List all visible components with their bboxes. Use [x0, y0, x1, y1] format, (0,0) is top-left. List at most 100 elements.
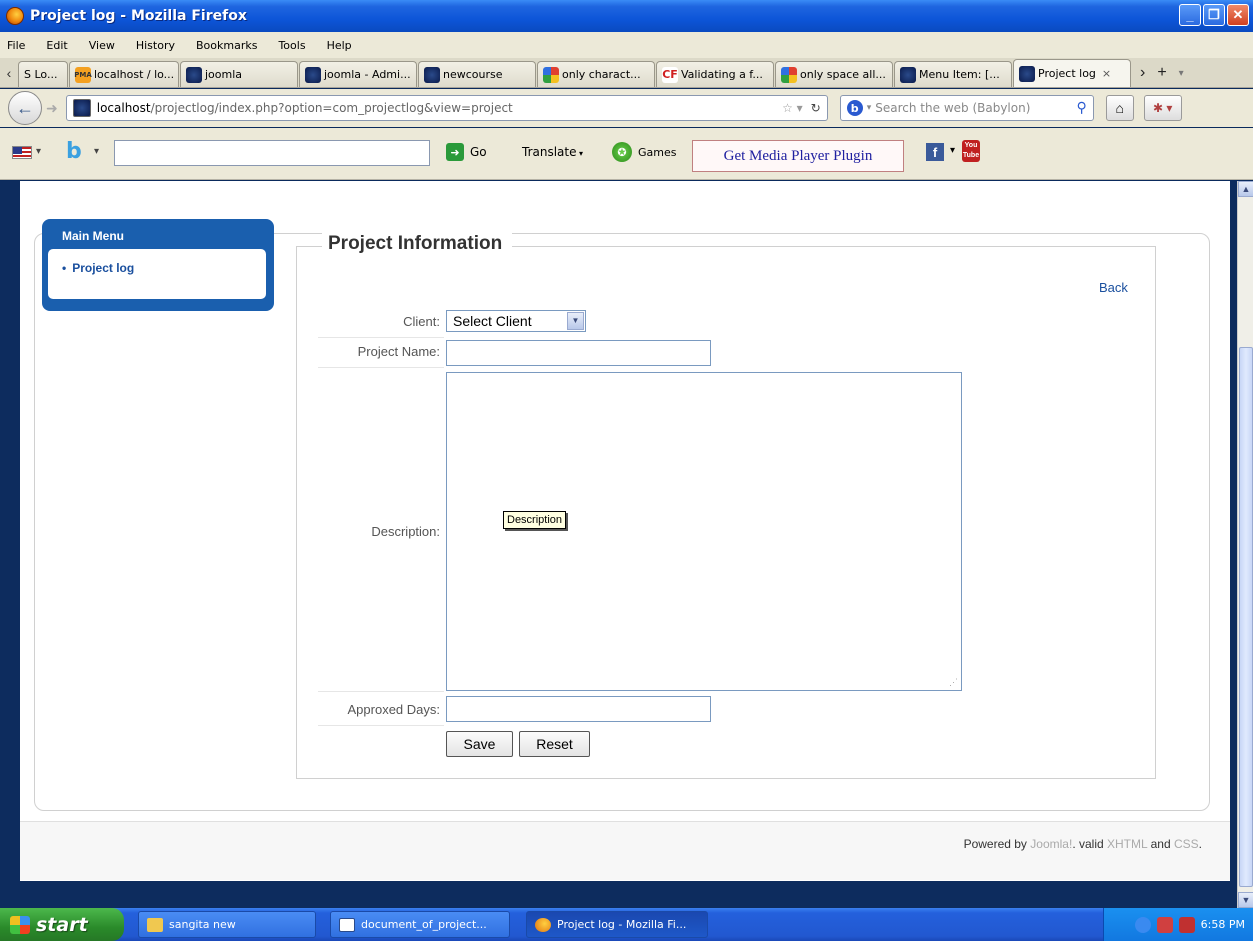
approxed-days-input[interactable]: [446, 696, 711, 722]
tab-scroll-right-icon[interactable]: ›: [1140, 64, 1145, 82]
resize-grip-icon[interactable]: ⋰: [949, 677, 958, 688]
window-title: Project log - Mozilla Firefox: [30, 8, 247, 24]
translate-button[interactable]: Translate ▾: [522, 145, 583, 159]
tab-scroll-left-icon[interactable]: ‹: [0, 59, 18, 87]
joomla-icon: [186, 66, 202, 83]
tab-8[interactable]: only space all...: [775, 61, 893, 87]
facebook-icon[interactable]: f: [926, 143, 944, 161]
menu-file[interactable]: File: [4, 39, 28, 52]
menubar: File Edit View History Bookmarks Tools H…: [0, 32, 1253, 58]
xhtml-link[interactable]: XHTML: [1107, 837, 1147, 851]
scrollbar-thumb[interactable]: [1239, 347, 1253, 887]
tab-4[interactable]: joomla - Admi...: [299, 61, 417, 87]
go-arrow-icon: ➜: [446, 143, 464, 161]
menu-item-project-log[interactable]: Project log: [62, 261, 266, 275]
minimize-button[interactable]: _: [1179, 4, 1201, 26]
row-divider: [318, 691, 444, 692]
tab-label: Project log: [1038, 67, 1096, 80]
new-tab-icon[interactable]: +: [1157, 64, 1166, 82]
forward-button[interactable]: ➜: [46, 100, 58, 117]
phpmyadmin-icon: PMA: [74, 66, 92, 83]
close-tab-icon[interactable]: ×: [1102, 67, 1111, 80]
page-scrollbar[interactable]: ▲ ▼: [1237, 181, 1253, 908]
tray-app-icon[interactable]: [1156, 916, 1173, 933]
joomla-icon: [424, 66, 440, 83]
start-button[interactable]: start: [0, 908, 124, 941]
project-name-label: Project Name:: [357, 344, 440, 359]
close-window-button[interactable]: ✕: [1227, 4, 1249, 26]
tab-3[interactable]: joomla: [180, 61, 298, 87]
windows-taskbar: start sangita new document_of_project...…: [0, 908, 1253, 941]
approxed-days-label: Approxed Days:: [347, 702, 441, 717]
tab-list-icon[interactable]: ▾: [1179, 68, 1184, 79]
save-button[interactable]: Save: [446, 731, 513, 757]
babylon-icon: b: [846, 100, 863, 116]
joomla-link[interactable]: Joomla!: [1030, 837, 1072, 851]
games-button[interactable]: ✪ Games: [612, 142, 676, 162]
css-link[interactable]: CSS: [1174, 837, 1199, 851]
taskbar-item-sangita-new[interactable]: sangita new: [138, 911, 316, 938]
tab-6[interactable]: only charact...: [537, 61, 655, 87]
tab-9[interactable]: Menu Item: [...: [894, 61, 1012, 87]
search-engine-dropdown-icon[interactable]: ▾: [867, 103, 872, 113]
go-button[interactable]: ➜ Go: [446, 143, 487, 161]
babylon-logo-icon[interactable]: b: [66, 139, 92, 165]
back-arrow-icon: ←: [16, 97, 34, 118]
tab-2[interactable]: PMA localhost / lo...: [69, 61, 179, 87]
menu-history[interactable]: History: [133, 39, 178, 52]
reset-button[interactable]: Reset: [519, 731, 590, 757]
reload-icon[interactable]: ↻: [811, 101, 821, 115]
tab-1[interactable]: S Lo...: [18, 61, 68, 87]
scroll-down-icon[interactable]: ▼: [1238, 892, 1253, 908]
tab-label: joomla - Admi...: [324, 68, 411, 81]
tab-5[interactable]: newcourse: [418, 61, 536, 87]
back-link[interactable]: Back: [1099, 280, 1128, 295]
facebook-dropdown-icon[interactable]: ▾: [950, 145, 955, 156]
tray-search-icon[interactable]: [1178, 916, 1195, 933]
restore-button[interactable]: ❐: [1203, 4, 1225, 26]
window-titlebar: Project log - Mozilla Firefox _ ❐ ✕: [0, 0, 1253, 32]
site-identity-icon: [72, 99, 91, 117]
menu-help[interactable]: Help: [324, 39, 355, 52]
home-button[interactable]: ⌂: [1105, 95, 1134, 121]
tab-label: only charact...: [562, 68, 641, 81]
joomla-icon: [900, 66, 916, 83]
description-textarea[interactable]: ⋰: [446, 372, 962, 691]
flag-dropdown-icon[interactable]: ▾: [36, 146, 41, 157]
scroll-up-icon[interactable]: ▲: [1238, 181, 1253, 197]
client-label: Client:: [403, 314, 440, 329]
tab-label: Menu Item: [...: [919, 68, 1000, 81]
addon-button[interactable]: ✱ ▾: [1143, 95, 1182, 121]
search-bar[interactable]: b ▾ Search the web (Babylon) ⚲: [839, 95, 1094, 121]
toolbar-search-input[interactable]: [114, 140, 430, 166]
menu-view[interactable]: View: [86, 39, 118, 52]
menu-edit[interactable]: Edit: [43, 39, 70, 52]
task-label: sangita new: [169, 918, 236, 931]
tab-project-log[interactable]: Project log ×: [1013, 59, 1131, 87]
client-select[interactable]: Select Client ▼: [446, 310, 586, 332]
task-label: Project log - Mozilla Fi...: [557, 918, 687, 931]
youtube-icon[interactable]: You Tube: [962, 140, 980, 162]
tab-label: S Lo...: [24, 68, 58, 81]
tab-bar: ‹ S Lo... PMA localhost / lo... joomla j…: [0, 58, 1253, 88]
tab-7[interactable]: CF Validating a f...: [656, 61, 774, 87]
media-player-plugin-button[interactable]: Get Media Player Plugin: [692, 140, 904, 172]
url-bar[interactable]: localhost/projectlog/index.php?option=co…: [65, 95, 828, 121]
taskbar-item-document[interactable]: document_of_project...: [330, 911, 510, 938]
footer-prefix: Powered by: [963, 837, 1027, 851]
row-divider: [318, 367, 444, 368]
menu-tools[interactable]: Tools: [275, 39, 308, 52]
windows-logo-icon: [10, 915, 30, 934]
search-icon[interactable]: ⚲: [1076, 100, 1086, 116]
search-placeholder: Search the web (Babylon): [875, 101, 1031, 115]
chevron-down-icon[interactable]: ▼: [567, 312, 584, 330]
taskbar-item-firefox[interactable]: Project log - Mozilla Fi...: [526, 911, 708, 938]
bookmark-star-icon[interactable]: ☆ ▾: [782, 101, 803, 115]
word-icon: [339, 917, 355, 932]
project-name-input[interactable]: [446, 340, 711, 366]
back-button[interactable]: ←: [8, 91, 42, 125]
us-flag-icon[interactable]: [12, 146, 32, 159]
menu-bookmarks[interactable]: Bookmarks: [193, 39, 260, 52]
babylon-dropdown-icon[interactable]: ▾: [94, 146, 99, 157]
tray-expand-icon[interactable]: [1134, 916, 1151, 933]
